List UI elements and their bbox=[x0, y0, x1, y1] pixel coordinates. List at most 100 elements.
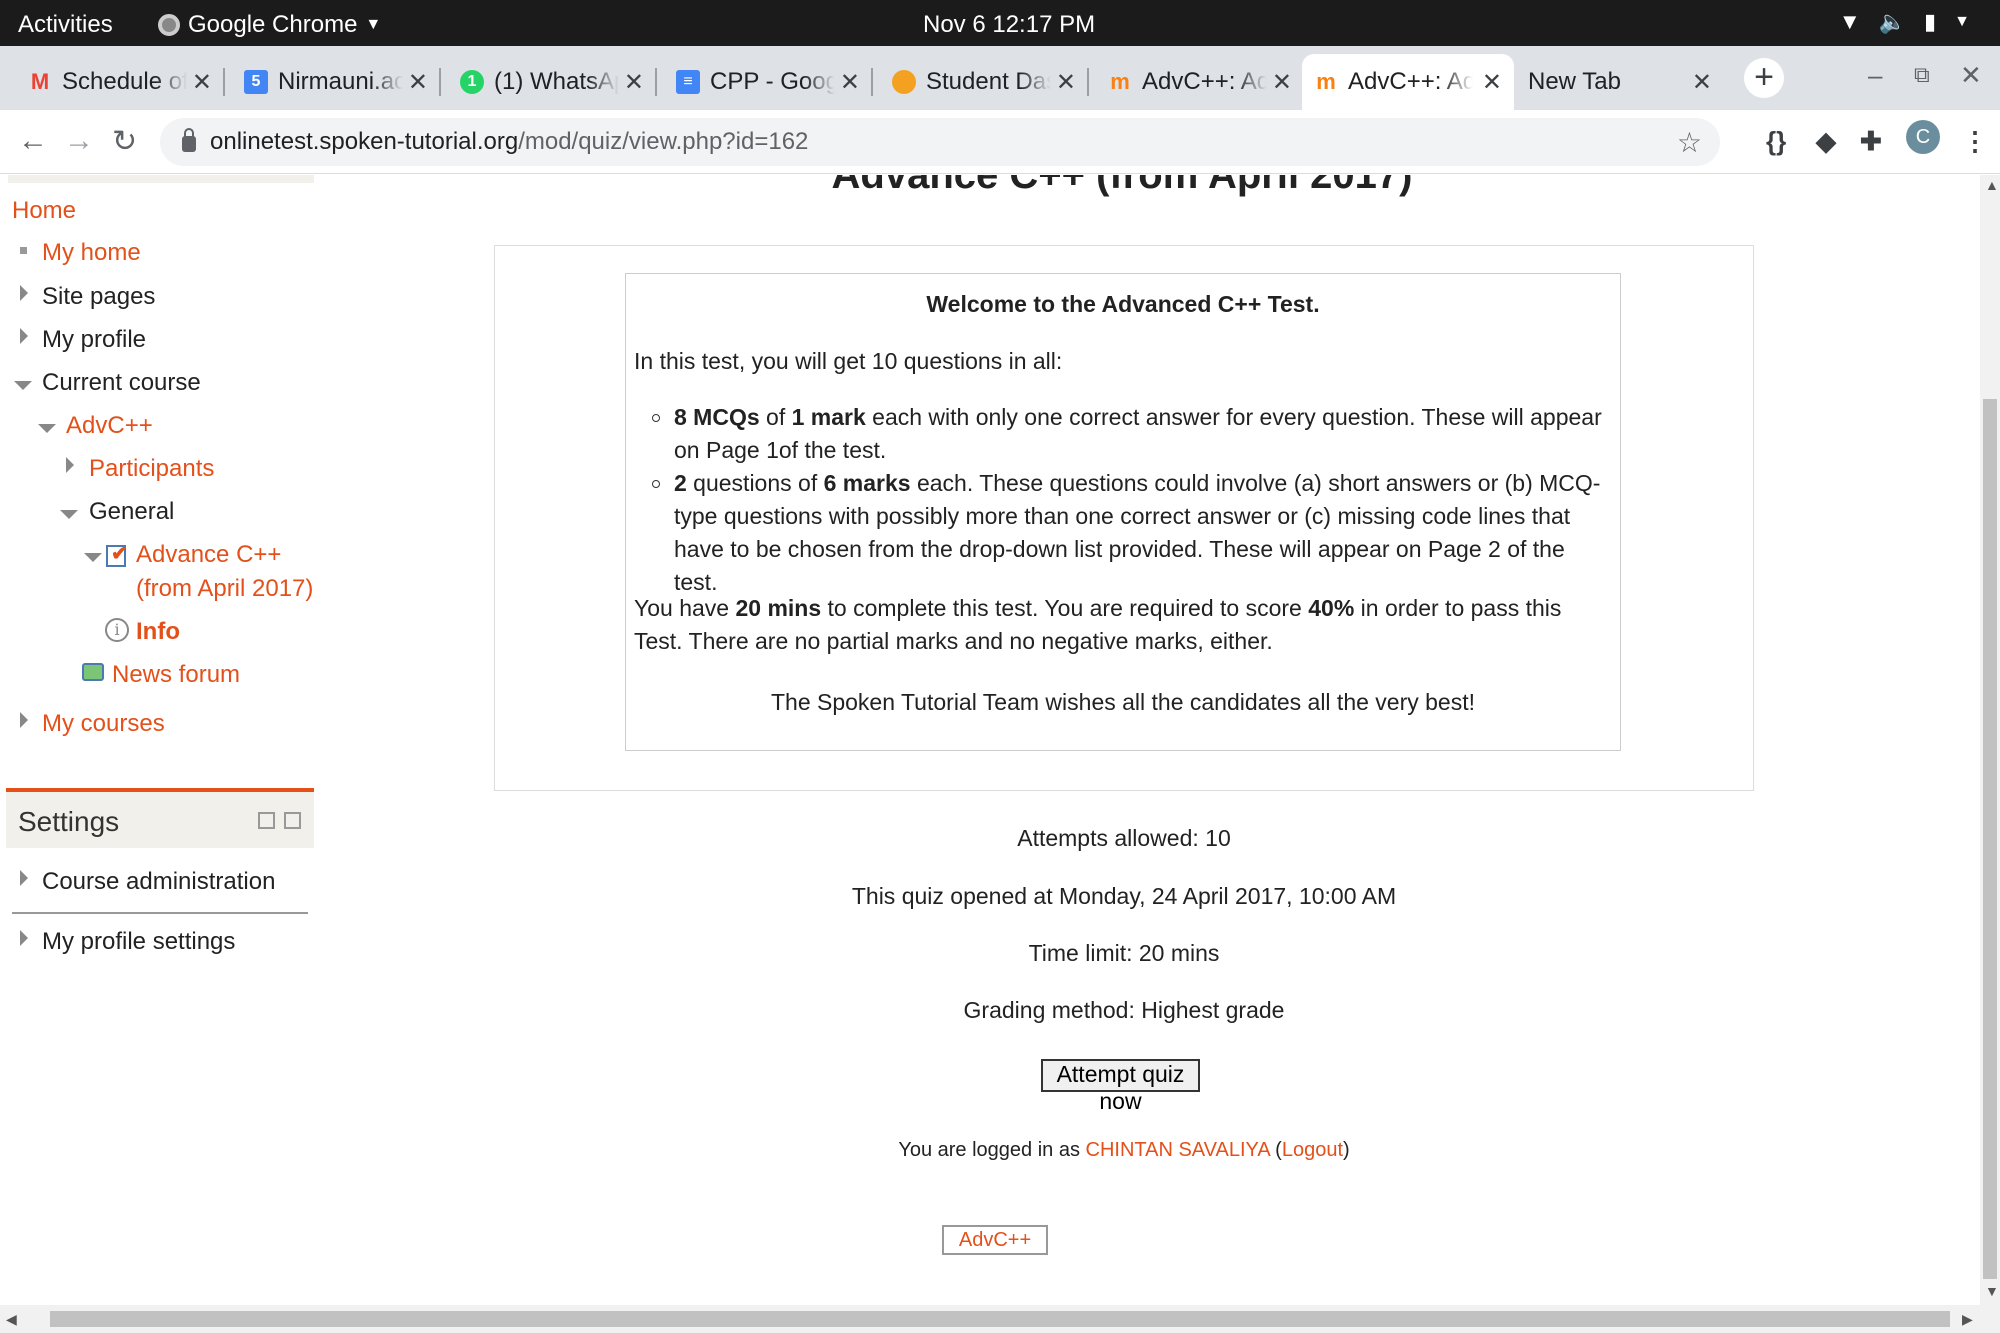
scroll-down-icon[interactable]: ▼ bbox=[1985, 1283, 1999, 1299]
profile-avatar[interactable]: C bbox=[1906, 120, 1940, 154]
tab-active[interactable]: m AdvC++: Adv ✕ bbox=[1302, 54, 1514, 110]
user-profile-link[interactable]: CHINTAN SAVALIYA bbox=[1086, 1139, 1270, 1161]
chrome-icon bbox=[158, 14, 180, 36]
nav-participants-link[interactable]: Participants bbox=[89, 455, 214, 483]
battery-icon: ▮ bbox=[1924, 9, 1937, 34]
address-bar[interactable]: onlinetest.spoken-tutorial.org /mod/quiz… bbox=[160, 118, 1720, 166]
expand-arrow-icon[interactable] bbox=[20, 285, 28, 301]
new-tab-button[interactable]: + bbox=[1744, 58, 1784, 98]
nav-course-link[interactable]: AdvC++ bbox=[66, 412, 153, 440]
logout-link[interactable]: Logout bbox=[1282, 1139, 1343, 1161]
nav-general[interactable]: General bbox=[89, 498, 174, 526]
close-icon[interactable]: ✕ bbox=[192, 68, 212, 97]
tab-title: Student Das bbox=[926, 68, 1051, 95]
tab-separator bbox=[655, 68, 657, 96]
quiz-intro-container: Welcome to the Advanced C++ Test. In thi… bbox=[494, 245, 1754, 791]
close-icon[interactable]: ✕ bbox=[1272, 68, 1292, 97]
docs-icon: ≡ bbox=[676, 70, 700, 94]
welcome-heading: Welcome to the Advanced C++ Test. bbox=[926, 291, 1320, 317]
attempts-allowed: Attempts allowed: 10 bbox=[1017, 825, 1231, 851]
menu-kebab-icon[interactable]: ⋮ bbox=[1962, 126, 1988, 157]
extensions-puzzle-icon[interactable]: ✚ bbox=[1860, 126, 1882, 157]
expand-arrow-icon[interactable] bbox=[20, 328, 28, 344]
whatsapp-icon: 1 bbox=[460, 70, 484, 94]
close-icon[interactable]: ✕ bbox=[1056, 68, 1076, 97]
list-item: 2 questions of 6 marks each. These quest… bbox=[652, 467, 1604, 599]
volume-icon: 🔈 bbox=[1878, 9, 1907, 34]
nav-my-courses-link[interactable]: My courses bbox=[42, 710, 165, 738]
tab-separator bbox=[439, 68, 441, 96]
nav-home-link[interactable]: Home bbox=[12, 197, 76, 225]
tab-title: AdvC++: Adv bbox=[1142, 68, 1267, 95]
nav-quiz-link[interactable]: Advance C++ bbox=[136, 541, 281, 569]
scroll-left-icon[interactable]: ◀ bbox=[6, 1311, 17, 1328]
collapse-arrow-icon[interactable] bbox=[84, 553, 102, 562]
settings-title: Settings bbox=[18, 806, 120, 837]
minimize-icon[interactable]: – bbox=[1868, 60, 1882, 91]
settings-block: Settings Course administration My profil… bbox=[6, 788, 314, 955]
reload-icon[interactable]: ↻ bbox=[112, 124, 137, 159]
page-title: Advance C++ (from April 2017) bbox=[831, 175, 1413, 197]
tab[interactable]: M Schedule of ✕ bbox=[16, 54, 225, 110]
nav-news-forum-link[interactable]: News forum bbox=[112, 661, 240, 689]
chevron-down-icon: ▼ bbox=[365, 16, 382, 33]
close-icon[interactable]: ✕ bbox=[408, 68, 428, 97]
url-path: /mod/quiz/view.php?id=162 bbox=[518, 128, 809, 155]
tab[interactable]: ≡ CPP - Google ✕ bbox=[664, 54, 873, 110]
tab-title: CPP - Google bbox=[710, 68, 835, 95]
nav-site-pages[interactable]: Site pages bbox=[42, 283, 155, 311]
dock-block-icon[interactable] bbox=[284, 812, 301, 829]
back-arrow-icon[interactable]: ← bbox=[18, 124, 48, 158]
scroll-up-icon[interactable]: ▲ bbox=[1985, 177, 1999, 193]
collapse-arrow-icon[interactable] bbox=[38, 424, 56, 433]
scrollbar-thumb[interactable] bbox=[50, 1311, 1950, 1327]
system-top-bar: Activities Google Chrome ▼ Nov 6 12:17 P… bbox=[0, 0, 2000, 46]
collapse-arrow-icon[interactable] bbox=[60, 510, 78, 519]
tab[interactable]: New Tab ✕ bbox=[1516, 54, 1724, 110]
tab[interactable]: 1 (1) WhatsAp ✕ bbox=[448, 54, 657, 110]
nav-my-home-link[interactable]: My home bbox=[42, 239, 141, 267]
quiz-intro-box: Welcome to the Advanced C++ Test. In thi… bbox=[625, 273, 1621, 751]
restore-icon[interactable]: ⧉ bbox=[1914, 62, 1930, 88]
course-home-button[interactable]: AdvC++ bbox=[942, 1225, 1048, 1255]
course-administration[interactable]: Course administration bbox=[42, 868, 275, 896]
expand-arrow-icon[interactable] bbox=[20, 712, 28, 728]
collapse-block-icon[interactable] bbox=[258, 812, 275, 829]
bookmark-star-icon[interactable]: ☆ bbox=[1677, 126, 1702, 159]
close-icon[interactable]: ✕ bbox=[624, 68, 644, 97]
expand-arrow-icon[interactable] bbox=[20, 870, 28, 886]
app-menu[interactable]: Google Chrome ▼ bbox=[158, 11, 381, 39]
nav-current-course[interactable]: Current course bbox=[42, 369, 201, 397]
vertical-scrollbar[interactable]: ▲ ▼ bbox=[1980, 175, 2000, 1305]
collapse-arrow-icon[interactable] bbox=[14, 381, 32, 390]
activities-button[interactable]: Activities bbox=[18, 11, 113, 39]
nav-info-link[interactable]: Info bbox=[136, 618, 180, 646]
braces-extension-icon[interactable]: {} bbox=[1766, 126, 1786, 157]
settings-header: Settings bbox=[6, 792, 314, 848]
tab[interactable]: 5 Nirmauni.ac ✕ bbox=[232, 54, 441, 110]
close-icon[interactable]: ✕ bbox=[840, 68, 860, 97]
main-content: Advance C++ (from April 2017) Welcome to… bbox=[314, 175, 1980, 1305]
time-score-text: You have 20 mins to complete this test. … bbox=[634, 595, 1562, 654]
list-item: 8 MCQs of 1 mark each with only one corr… bbox=[652, 401, 1604, 467]
expand-arrow-icon[interactable] bbox=[20, 930, 28, 946]
horizontal-scrollbar[interactable]: ◀ ▶ bbox=[0, 1305, 2000, 1333]
scrollbar-thumb[interactable] bbox=[1983, 399, 1997, 1279]
wifi-icon: ▼ bbox=[1838, 9, 1861, 34]
tab-separator bbox=[223, 68, 225, 96]
nav-my-profile[interactable]: My profile bbox=[42, 326, 146, 354]
tab[interactable]: m AdvC++: Adv ✕ bbox=[1096, 54, 1304, 110]
forward-arrow-icon[interactable]: → bbox=[64, 124, 94, 158]
tab[interactable]: Student Das ✕ bbox=[880, 54, 1089, 110]
close-window-icon[interactable]: ✕ bbox=[1960, 60, 1982, 91]
expand-arrow-icon[interactable] bbox=[66, 457, 74, 473]
shield-extension-icon[interactable]: ◆ bbox=[1816, 126, 1836, 157]
system-tray[interactable]: ▼ 🔈 ▮ ▼ bbox=[1839, 9, 1970, 35]
clock[interactable]: Nov 6 12:17 PM bbox=[923, 11, 1095, 39]
my-profile-settings[interactable]: My profile settings bbox=[42, 928, 235, 956]
close-icon[interactable]: ✕ bbox=[1692, 68, 1712, 97]
scroll-right-icon[interactable]: ▶ bbox=[1962, 1311, 1973, 1328]
attempt-quiz-button[interactable]: Attempt quiz now bbox=[1041, 1059, 1200, 1114]
nav-quiz-link-line2[interactable]: (from April 2017) bbox=[136, 575, 313, 603]
close-icon[interactable]: ✕ bbox=[1482, 68, 1502, 97]
